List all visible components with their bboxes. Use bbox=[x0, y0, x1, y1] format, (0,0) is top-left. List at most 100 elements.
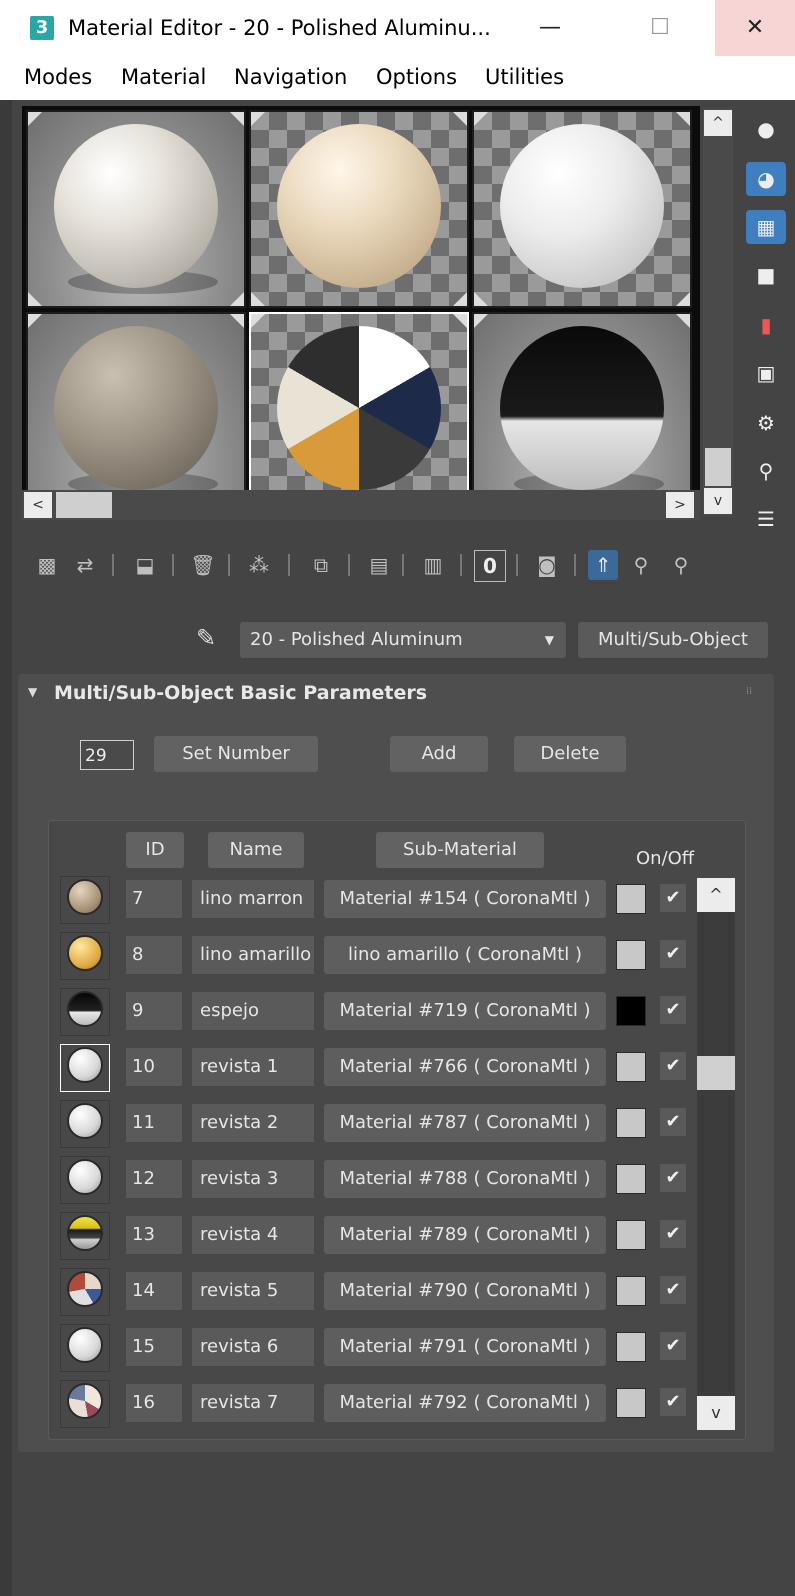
slots-horizontal-scrollbar[interactable]: < > bbox=[22, 490, 700, 520]
material-name-dropdown[interactable]: 20 - Polished Aluminum ▼ bbox=[240, 622, 566, 658]
on-off-checkbox[interactable]: ✔ bbox=[660, 1332, 686, 1360]
sample-slot-2[interactable] bbox=[249, 110, 469, 308]
sample-type-icon[interactable]: ● bbox=[746, 112, 786, 146]
color-swatch[interactable] bbox=[616, 1052, 646, 1082]
uv-tiling-icon[interactable]: ■ bbox=[746, 258, 786, 292]
make-unique-icon[interactable]: ⁂ bbox=[244, 550, 274, 580]
color-swatch[interactable] bbox=[616, 1276, 646, 1306]
thumbnail-frame[interactable] bbox=[60, 876, 110, 924]
number-of-materials-input[interactable]: 29 bbox=[80, 740, 134, 770]
sample-slot-4[interactable] bbox=[26, 312, 246, 510]
on-off-checkbox[interactable]: ✔ bbox=[660, 996, 686, 1024]
sort-by-id-button[interactable]: ID bbox=[126, 832, 184, 868]
sub-material-button[interactable]: Material #792 ( CoronaMtl ) bbox=[324, 1384, 606, 1422]
name-field[interactable]: revista 4 bbox=[192, 1216, 314, 1254]
id-field[interactable]: 8 bbox=[126, 936, 182, 974]
name-field[interactable]: revista 6 bbox=[192, 1328, 314, 1366]
id-field[interactable]: 12 bbox=[126, 1160, 182, 1198]
id-field[interactable]: 14 bbox=[126, 1272, 182, 1310]
color-swatch[interactable] bbox=[616, 884, 646, 914]
id-field[interactable]: 15 bbox=[126, 1328, 182, 1366]
id-field[interactable]: 11 bbox=[126, 1104, 182, 1142]
table-scroll-thumb[interactable] bbox=[697, 1056, 735, 1090]
reset-map-icon[interactable]: 🗑 bbox=[188, 550, 218, 580]
thumbnail-frame[interactable] bbox=[60, 988, 110, 1036]
sample-slot-1[interactable] bbox=[26, 110, 246, 308]
sub-material-button[interactable]: lino amarillo ( CoronaMtl ) bbox=[324, 936, 606, 974]
on-off-checkbox[interactable]: ✔ bbox=[660, 884, 686, 912]
color-swatch[interactable] bbox=[616, 940, 646, 970]
close-button[interactable]: ✕ bbox=[715, 0, 795, 56]
thumbnail-frame[interactable] bbox=[60, 932, 110, 980]
name-field[interactable]: lino marron bbox=[192, 880, 314, 918]
menu-material[interactable]: Material bbox=[121, 65, 206, 89]
material-map-navigator-icon[interactable]: ☰ bbox=[746, 502, 786, 536]
material-id-zero-icon[interactable]: 0 bbox=[474, 550, 506, 582]
sort-by-name-button[interactable]: Name bbox=[208, 832, 304, 868]
thumbnail-frame[interactable] bbox=[60, 1324, 110, 1372]
scroll-thumb[interactable] bbox=[705, 448, 731, 486]
table-scroll-up-button[interactable]: ^ bbox=[697, 878, 735, 912]
make-preview-icon[interactable]: ▣ bbox=[746, 356, 786, 390]
add-button[interactable]: Add bbox=[390, 736, 488, 772]
material-id-channel-icon[interactable]: ▥ bbox=[418, 550, 448, 580]
put-to-library-icon[interactable]: ⧉ bbox=[306, 550, 336, 580]
video-color-check-icon[interactable]: ▮ bbox=[746, 308, 786, 342]
on-off-checkbox[interactable]: ✔ bbox=[660, 1052, 686, 1080]
scroll-right-button[interactable]: > bbox=[666, 492, 694, 518]
go-forward-to-sibling-icon[interactable]: ⚲ bbox=[666, 550, 696, 580]
sub-material-button[interactable]: Material #791 ( CoronaMtl ) bbox=[324, 1328, 606, 1366]
slots-vertical-scrollbar[interactable]: ^ v bbox=[703, 108, 733, 516]
on-off-checkbox[interactable]: ✔ bbox=[660, 940, 686, 968]
select-by-material-icon[interactable]: ⚲ bbox=[746, 454, 786, 488]
sub-material-button[interactable]: Material #719 ( CoronaMtl ) bbox=[324, 992, 606, 1030]
color-swatch[interactable] bbox=[616, 996, 646, 1026]
show-end-result-icon[interactable]: ⇑ bbox=[588, 550, 618, 580]
name-field[interactable]: revista 5 bbox=[192, 1272, 314, 1310]
scroll-up-button[interactable]: ^ bbox=[704, 110, 732, 136]
scroll-down-button[interactable]: v bbox=[704, 488, 732, 514]
on-off-checkbox[interactable]: ✔ bbox=[660, 1164, 686, 1192]
options-icon[interactable]: ⚙ bbox=[746, 406, 786, 440]
rollout-header[interactable]: ▼ Multi/Sub-Object Basic Parameters ⁞⁞ bbox=[18, 674, 774, 714]
go-to-parent-icon[interactable]: ⚲ bbox=[626, 550, 656, 580]
name-field[interactable]: espejo bbox=[192, 992, 314, 1030]
table-scrollbar[interactable]: ^ v bbox=[697, 878, 735, 1430]
color-swatch[interactable] bbox=[616, 1220, 646, 1250]
sub-material-button[interactable]: Material #788 ( CoronaMtl ) bbox=[324, 1160, 606, 1198]
name-field[interactable]: revista 2 bbox=[192, 1104, 314, 1142]
name-field[interactable]: revista 7 bbox=[192, 1384, 314, 1422]
scroll-left-button[interactable]: < bbox=[24, 492, 52, 518]
eyedropper-icon[interactable]: ✎ bbox=[196, 624, 226, 654]
id-field[interactable]: 16 bbox=[126, 1384, 182, 1422]
delete-button[interactable]: Delete bbox=[514, 736, 626, 772]
name-field[interactable]: revista 1 bbox=[192, 1048, 314, 1086]
id-field[interactable]: 9 bbox=[126, 992, 182, 1030]
sub-material-button[interactable]: Material #790 ( CoronaMtl ) bbox=[324, 1272, 606, 1310]
material-type-button[interactable]: Multi/Sub-Object bbox=[578, 622, 768, 658]
scroll-thumb[interactable] bbox=[56, 492, 112, 518]
color-swatch[interactable] bbox=[616, 1164, 646, 1194]
menu-navigation[interactable]: Navigation bbox=[234, 65, 347, 89]
put-to-scene-icon[interactable]: ⇄ bbox=[70, 550, 100, 580]
id-field[interactable]: 7 bbox=[126, 880, 182, 918]
sub-material-button[interactable]: Material #154 ( CoronaMtl ) bbox=[324, 880, 606, 918]
thumbnail-frame[interactable] bbox=[60, 1268, 110, 1316]
thumbnail-frame[interactable] bbox=[60, 1212, 110, 1260]
name-field[interactable]: revista 3 bbox=[192, 1160, 314, 1198]
backlight-icon[interactable]: ◕ bbox=[746, 162, 786, 196]
id-field[interactable]: 13 bbox=[126, 1216, 182, 1254]
get-material-icon[interactable]: ▩ bbox=[32, 550, 62, 580]
thumbnail-frame[interactable] bbox=[60, 1044, 110, 1092]
color-swatch[interactable] bbox=[616, 1388, 646, 1418]
sort-by-sub-material-button[interactable]: Sub-Material bbox=[376, 832, 544, 868]
save-icon[interactable]: ▤ bbox=[364, 550, 394, 580]
on-off-checkbox[interactable]: ✔ bbox=[660, 1220, 686, 1248]
sub-material-button[interactable]: Material #789 ( CoronaMtl ) bbox=[324, 1216, 606, 1254]
name-field[interactable]: lino amarillo bbox=[192, 936, 314, 974]
color-swatch[interactable] bbox=[616, 1332, 646, 1362]
on-off-checkbox[interactable]: ✔ bbox=[660, 1108, 686, 1136]
set-number-button[interactable]: Set Number bbox=[154, 736, 318, 772]
sample-slot-3[interactable] bbox=[472, 110, 692, 308]
thumbnail-frame[interactable] bbox=[60, 1156, 110, 1204]
